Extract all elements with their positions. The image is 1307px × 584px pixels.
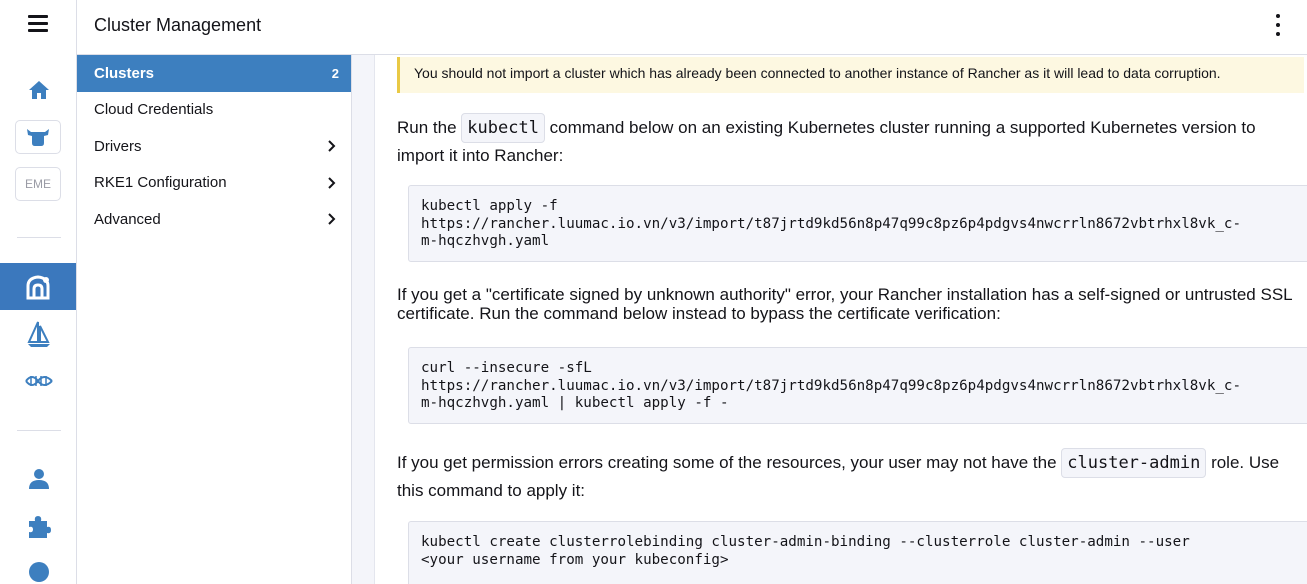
cluster-admin-inline-code: cluster-admin: [1061, 448, 1207, 478]
more-vertical-icon[interactable]: [1273, 14, 1283, 36]
users-icon[interactable]: [28, 467, 50, 491]
content-gutter: [352, 55, 375, 584]
instruction-text: Run the: [397, 118, 457, 137]
main-content[interactable]: You should not import a cluster which ha…: [352, 55, 1307, 584]
nav-item-label: RKE1 Configuration: [94, 174, 227, 192]
nav-item-count: 2: [331, 65, 339, 81]
nav-item-label: Advanced: [94, 210, 161, 228]
kubectl-inline-code: kubectl: [461, 113, 545, 143]
import-instructions: Run the kubectl command below on an exis…: [397, 113, 1307, 169]
globe-icon[interactable]: [28, 560, 50, 584]
cluster-management-icon[interactable]: [0, 263, 76, 310]
clusterrolebinding-command-codeblock[interactable]: kubectl create clusterrolebinding cluste…: [408, 521, 1307, 584]
menu-icon[interactable]: [26, 15, 50, 35]
cow-icon: [15, 120, 61, 154]
local-cluster-button[interactable]: [15, 120, 61, 154]
extensions-icon[interactable]: [26, 513, 52, 539]
chevron-right-icon: [328, 176, 336, 189]
icon-rail: EME: [0, 0, 77, 584]
nav-item-label: Drivers: [94, 137, 142, 155]
nav-item-cloud-credentials[interactable]: Cloud Credentials: [77, 92, 351, 129]
import-command-codeblock[interactable]: kubectl apply -f https://rancher.luumac.…: [408, 185, 1307, 262]
multicluster-apps-icon[interactable]: [24, 370, 54, 392]
insecure-command-codeblock[interactable]: curl --insecure -sfL https://rancher.luu…: [408, 347, 1307, 424]
nav-item-label: Clusters: [94, 64, 155, 82]
chevron-right-icon: [328, 213, 336, 225]
nav-item-drivers[interactable]: Drivers: [77, 128, 351, 165]
app-header: Cluster Management: [77, 0, 1307, 55]
nav-item-advanced[interactable]: Advanced: [77, 201, 351, 238]
nav-item-label: Cloud Credentials: [94, 101, 214, 119]
home-icon[interactable]: [26, 78, 52, 102]
chevron-right-icon: [328, 140, 336, 152]
warning-banner: You should not import a cluster which ha…: [397, 57, 1304, 93]
rail-divider: [17, 237, 61, 238]
permission-instructions: If you get permission errors creating so…: [397, 448, 1307, 504]
nav-item-clusters[interactable]: Clusters 2: [77, 55, 351, 92]
instruction-text: If you get permission errors creating so…: [397, 453, 1057, 472]
certificate-instructions: If you get a "certificate signed by unkn…: [397, 285, 1292, 323]
fleet-icon[interactable]: [26, 320, 52, 348]
nav-item-rke1-configuration[interactable]: RKE1 Configuration: [77, 165, 351, 202]
page-title: Cluster Management: [94, 15, 262, 35]
rail-divider: [17, 430, 61, 431]
cluster-eme-button[interactable]: EME: [15, 167, 61, 201]
cluster-badge-eme: EME: [15, 167, 61, 201]
cluster-management-nav: Clusters 2 Cloud Credentials Drivers RKE…: [77, 55, 352, 584]
